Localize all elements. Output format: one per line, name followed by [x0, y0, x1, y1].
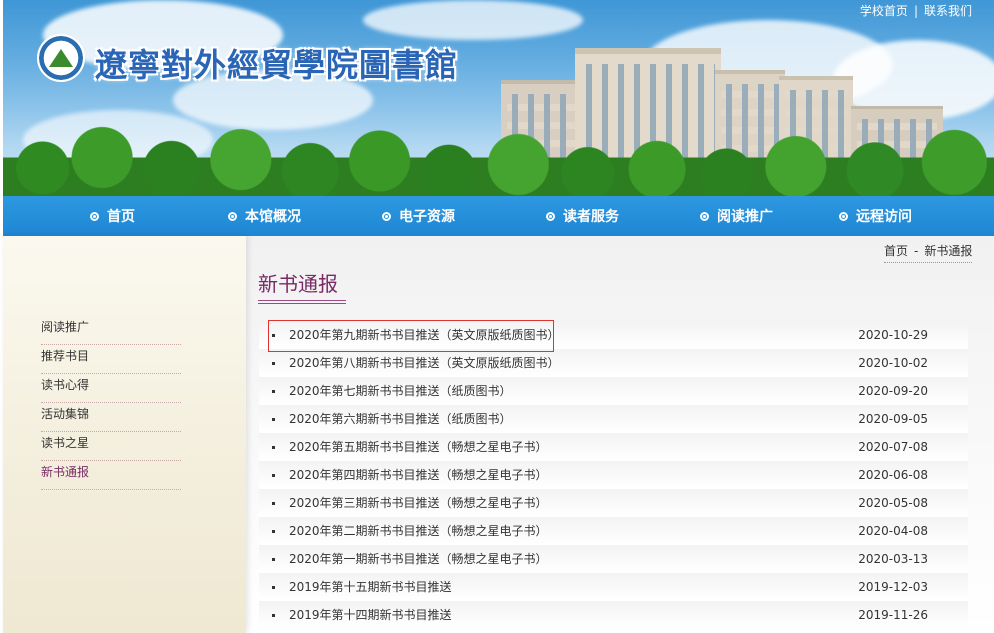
- list-item[interactable]: 2020年第八期新书书目推送（英文原版纸质图书） 2020-10-02: [259, 349, 968, 377]
- circle-dot-icon: [382, 211, 391, 221]
- nav-item-reader-services[interactable]: 读者服务: [546, 196, 619, 236]
- list-item-title[interactable]: 2020年第二期新书书目推送（畅想之星电子书）: [289, 517, 548, 545]
- list-item-title[interactable]: 2020年第四期新书书目推送（畅想之星电子书）: [289, 461, 548, 489]
- list-item-date: 2020-03-13: [858, 552, 928, 566]
- nav-item-label: 远程访问: [856, 209, 912, 225]
- sidebar-item-reading-stars[interactable]: 读书之星: [41, 432, 181, 461]
- list-item-date: 2020-07-08: [858, 440, 928, 454]
- square-bullet-icon: [272, 362, 275, 365]
- sidebar-item-new-books[interactable]: 新书通报: [41, 461, 181, 490]
- list-item-date: 2020-09-20: [858, 384, 928, 398]
- nav-item-e-resources[interactable]: 电子资源: [382, 196, 455, 236]
- list-item[interactable]: 2020年第三期新书书目推送（畅想之星电子书） 2020-05-08: [259, 489, 968, 517]
- site-title: 遼寧對外經貿學院圖書館: [95, 46, 459, 84]
- nav-item-remote-access[interactable]: 远程访问: [839, 196, 912, 236]
- nav-item-label: 本馆概况: [245, 209, 301, 225]
- breadcrumb-current: 新书通报: [924, 244, 973, 258]
- list-item-date: 2020-10-02: [858, 356, 928, 370]
- list-item-date: 2020-10-29: [858, 328, 928, 342]
- top-link-separator: |: [913, 4, 918, 18]
- list-item-date: 2020-05-08: [858, 496, 928, 510]
- list-item-title[interactable]: 2019年第十四期新书书目推送: [289, 601, 452, 629]
- title-underline: [258, 300, 346, 304]
- list-item[interactable]: 2020年第七期新书书目推送（纸质图书） 2020-09-20: [259, 377, 968, 405]
- nav-item-label: 电子资源: [399, 209, 455, 225]
- sidebar-item-reading-promotion[interactable]: 阅读推广: [41, 316, 181, 345]
- news-list: 2020年第九期新书书目推送（英文原版纸质图书） 2020-10-29 2020…: [259, 321, 968, 629]
- sidebar-item-reading-notes[interactable]: 读书心得: [41, 374, 181, 403]
- list-item[interactable]: 2019年第十四期新书书目推送 2019-11-26: [259, 601, 968, 629]
- top-links: 学校首页 | 联系我们: [860, 2, 972, 19]
- circle-dot-icon: [546, 211, 555, 221]
- square-bullet-icon: [272, 390, 275, 393]
- circle-dot-icon: [228, 211, 237, 221]
- sidebar-item-label: 读书之星: [41, 436, 90, 450]
- list-item-title[interactable]: 2020年第八期新书书目推送（英文原版纸质图书）: [289, 349, 560, 377]
- list-item-title[interactable]: 2019年第十五期新书书目推送: [289, 573, 452, 601]
- nav-item-label: 阅读推广: [717, 209, 773, 225]
- list-item-date: 2019-11-26: [858, 608, 928, 622]
- sidebar-item-label: 阅读推广: [41, 320, 90, 334]
- list-item[interactable]: 2020年第四期新书书目推送（畅想之星电子书） 2020-06-08: [259, 461, 968, 489]
- circle-dot-icon: [90, 211, 99, 221]
- list-item-date: 2020-09-05: [858, 412, 928, 426]
- sidebar-item-label: 推荐书目: [41, 349, 90, 363]
- square-bullet-icon: [272, 418, 275, 421]
- nav-item-label: 读者服务: [563, 209, 619, 225]
- list-item-title[interactable]: 2020年第一期新书书目推送（畅想之星电子书）: [289, 545, 548, 573]
- nav-item-label: 首页: [107, 209, 135, 225]
- list-item-date: 2020-06-08: [858, 468, 928, 482]
- list-item[interactable]: 2020年第九期新书书目推送（英文原版纸质图书） 2020-10-29: [259, 321, 968, 349]
- header-banner: 遼寧對外經貿學院圖書館 学校首页 | 联系我们: [3, 0, 994, 196]
- sidebar-item-label: 新书通报: [41, 465, 90, 479]
- logo-mountain-icon: [49, 49, 73, 67]
- sidebar-item-recommended-books[interactable]: 推荐书目: [41, 345, 181, 374]
- list-item-date: 2019-12-03: [858, 580, 928, 594]
- square-bullet-icon: [272, 586, 275, 589]
- main-nav: 首页 本馆概况 电子资源 读者服务 阅读推广 远程访问: [3, 196, 994, 236]
- list-item-title[interactable]: 2020年第九期新书书目推送（英文原版纸质图书）: [289, 321, 560, 349]
- square-bullet-icon: [272, 530, 275, 533]
- circle-dot-icon: [700, 211, 709, 221]
- breadcrumb-home[interactable]: 首页: [884, 244, 908, 258]
- list-item[interactable]: 2020年第一期新书书目推送（畅想之星电子书） 2020-03-13: [259, 545, 968, 573]
- list-item-title[interactable]: 2020年第五期新书书目推送（畅想之星电子书）: [289, 433, 548, 461]
- list-item[interactable]: 2019年第十五期新书书目推送 2019-12-03: [259, 573, 968, 601]
- tree-line: [3, 126, 994, 196]
- list-item-date: 2020-04-08: [858, 524, 928, 538]
- list-item[interactable]: 2020年第五期新书书目推送（畅想之星电子书） 2020-07-08: [259, 433, 968, 461]
- list-item-title[interactable]: 2020年第七期新书书目推送（纸质图书）: [289, 377, 512, 405]
- square-bullet-icon: [272, 334, 275, 337]
- top-link-school-home[interactable]: 学校首页: [860, 4, 908, 18]
- square-bullet-icon: [272, 502, 275, 505]
- nav-item-home[interactable]: 首页: [90, 196, 135, 236]
- library-logo-icon[interactable]: [37, 34, 85, 82]
- list-item[interactable]: 2020年第二期新书书目推送（畅想之星电子书） 2020-04-08: [259, 517, 968, 545]
- list-item[interactable]: 2020年第六期新书书目推送（纸质图书） 2020-09-05: [259, 405, 968, 433]
- circle-dot-icon: [839, 211, 848, 221]
- nav-item-reading-promotion[interactable]: 阅读推广: [700, 196, 773, 236]
- cloud: [363, 0, 583, 40]
- sidebar-item-label: 读书心得: [41, 378, 90, 392]
- list-item-title[interactable]: 2020年第六期新书书目推送（纸质图书）: [289, 405, 512, 433]
- square-bullet-icon: [272, 558, 275, 561]
- sidebar-item-label: 活动集锦: [41, 407, 90, 421]
- page-title: 新书通报: [258, 272, 338, 296]
- sidebar: 阅读推广 推荐书目 读书心得 活动集锦 读书之星 新书通报: [3, 236, 246, 633]
- list-item-title[interactable]: 2020年第三期新书书目推送（畅想之星电子书）: [289, 489, 548, 517]
- square-bullet-icon: [272, 614, 275, 617]
- top-link-contact[interactable]: 联系我们: [924, 4, 972, 18]
- sidebar-item-activities[interactable]: 活动集锦: [41, 403, 181, 432]
- square-bullet-icon: [272, 446, 275, 449]
- nav-item-about[interactable]: 本馆概况: [228, 196, 301, 236]
- breadcrumb: 首页 - 新书通报: [884, 242, 973, 263]
- square-bullet-icon: [272, 474, 275, 477]
- breadcrumb-separator: -: [914, 244, 919, 258]
